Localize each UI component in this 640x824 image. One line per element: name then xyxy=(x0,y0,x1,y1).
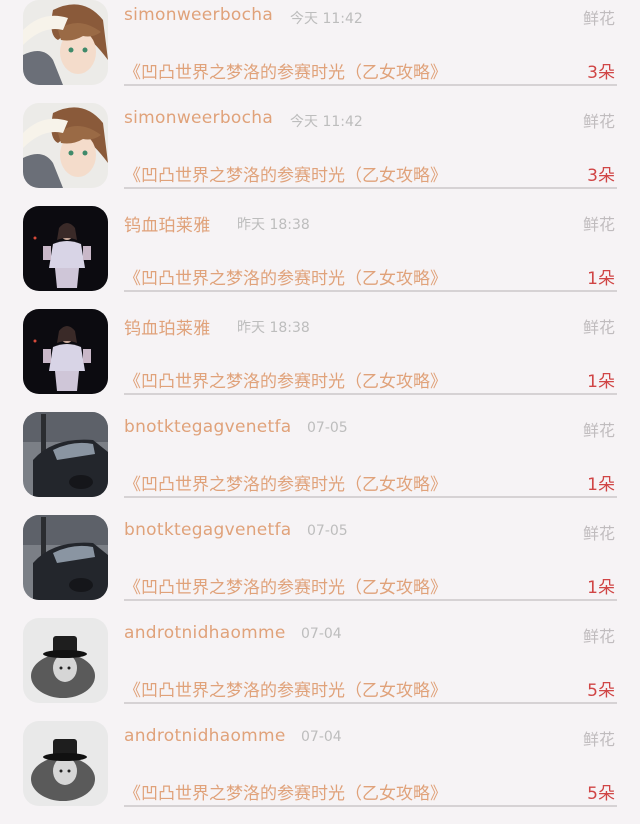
avatar[interactable] xyxy=(23,206,108,291)
gift-count: 1朵 xyxy=(587,372,615,392)
gift-type: 鲜花 xyxy=(582,627,615,646)
username[interactable]: simonweerbocha xyxy=(124,5,273,25)
gift-count: 1朵 xyxy=(587,475,615,495)
username[interactable]: bnotktegagvenetfa xyxy=(124,520,292,540)
avatar[interactable] xyxy=(23,721,108,806)
car-avatar-icon xyxy=(23,515,108,600)
novel-title[interactable]: 《凹凸世界之梦洛的参赛时光（乙女攻略》 xyxy=(124,367,447,392)
divider xyxy=(124,805,617,807)
hat-person-avatar-icon xyxy=(23,721,108,806)
gift-type: 鲜花 xyxy=(582,318,615,337)
timestamp: 昨天 18:38 xyxy=(237,217,310,233)
username[interactable]: simonweerbocha xyxy=(124,108,273,128)
divider xyxy=(124,599,617,601)
novel-title[interactable]: 《凹凸世界之梦洛的参赛时光（乙女攻略》 xyxy=(124,161,447,186)
username[interactable]: 钨血珀莱雅 xyxy=(124,314,211,339)
username[interactable]: 钨血珀莱雅 xyxy=(124,211,211,236)
gift-type: 鲜花 xyxy=(582,421,615,440)
novel-title[interactable]: 《凹凸世界之梦洛的参赛时光（乙女攻略》 xyxy=(124,779,447,804)
novel-title[interactable]: 《凹凸世界之梦洛的参赛时光（乙女攻略》 xyxy=(124,470,447,495)
novel-title[interactable]: 《凹凸世界之梦洛的参赛时光（乙女攻略》 xyxy=(124,676,447,701)
list-item[interactable]: bnotktegagvenetfa 07-05 鲜花 《凹凸世界之梦洛的参赛时光… xyxy=(0,515,640,618)
gift-type: 鲜花 xyxy=(582,9,615,28)
night-girl-avatar-icon xyxy=(23,309,108,394)
avatar[interactable] xyxy=(23,618,108,703)
avatar[interactable] xyxy=(23,309,108,394)
gift-type: 鲜花 xyxy=(582,524,615,543)
timestamp: 今天 11:42 xyxy=(290,114,363,130)
night-girl-avatar-icon xyxy=(23,206,108,291)
novel-title[interactable]: 《凹凸世界之梦洛的参赛时光（乙女攻略》 xyxy=(124,264,447,289)
gift-count: 1朵 xyxy=(587,269,615,289)
list-item[interactable]: 钨血珀莱雅 昨天 18:38 鲜花 《凹凸世界之梦洛的参赛时光（乙女攻略》 1朵 xyxy=(0,206,640,309)
divider xyxy=(124,290,617,292)
avatar[interactable] xyxy=(23,0,108,85)
divider xyxy=(124,84,617,86)
timestamp: 今天 11:42 xyxy=(290,11,363,27)
list-item[interactable]: 钨血珀莱雅 昨天 18:38 鲜花 《凹凸世界之梦洛的参赛时光（乙女攻略》 1朵 xyxy=(0,309,640,412)
gift-count: 3朵 xyxy=(587,63,615,83)
username[interactable]: androtnidhaomme xyxy=(124,623,286,643)
list-item[interactable]: simonweerbocha 今天 11:42 鲜花 《凹凸世界之梦洛的参赛时光… xyxy=(0,103,640,206)
gift-type: 鲜花 xyxy=(582,112,615,131)
anime-boy-avatar-icon xyxy=(23,0,108,85)
list-item[interactable]: androtnidhaomme 07-04 鲜花 《凹凸世界之梦洛的参赛时光（乙… xyxy=(0,618,640,721)
timestamp: 07-04 xyxy=(301,729,342,745)
list-item[interactable]: simonweerbocha 今天 11:42 鲜花 《凹凸世界之梦洛的参赛时光… xyxy=(0,0,640,103)
gift-type: 鲜花 xyxy=(582,730,615,749)
anime-boy-avatar-icon xyxy=(23,103,108,188)
timestamp: 07-05 xyxy=(307,420,348,436)
car-avatar-icon xyxy=(23,412,108,497)
timestamp: 07-04 xyxy=(301,626,342,642)
novel-title[interactable]: 《凹凸世界之梦洛的参赛时光（乙女攻略》 xyxy=(124,58,447,83)
gift-count: 3朵 xyxy=(587,166,615,186)
novel-title[interactable]: 《凹凸世界之梦洛的参赛时光（乙女攻略》 xyxy=(124,573,447,598)
hat-person-avatar-icon xyxy=(23,618,108,703)
avatar[interactable] xyxy=(23,515,108,600)
gift-type: 鲜花 xyxy=(582,215,615,234)
divider xyxy=(124,496,617,498)
gift-count: 1朵 xyxy=(587,578,615,598)
avatar[interactable] xyxy=(23,103,108,188)
divider xyxy=(124,393,617,395)
divider xyxy=(124,187,617,189)
divider xyxy=(124,702,617,704)
gift-count: 5朵 xyxy=(587,784,615,804)
avatar[interactable] xyxy=(23,412,108,497)
timestamp: 昨天 18:38 xyxy=(237,320,310,336)
username[interactable]: bnotktegagvenetfa xyxy=(124,417,292,437)
timestamp: 07-05 xyxy=(307,523,348,539)
username[interactable]: androtnidhaomme xyxy=(124,726,286,746)
list-item[interactable]: bnotktegagvenetfa 07-05 鲜花 《凹凸世界之梦洛的参赛时光… xyxy=(0,412,640,515)
gift-count: 5朵 xyxy=(587,681,615,701)
